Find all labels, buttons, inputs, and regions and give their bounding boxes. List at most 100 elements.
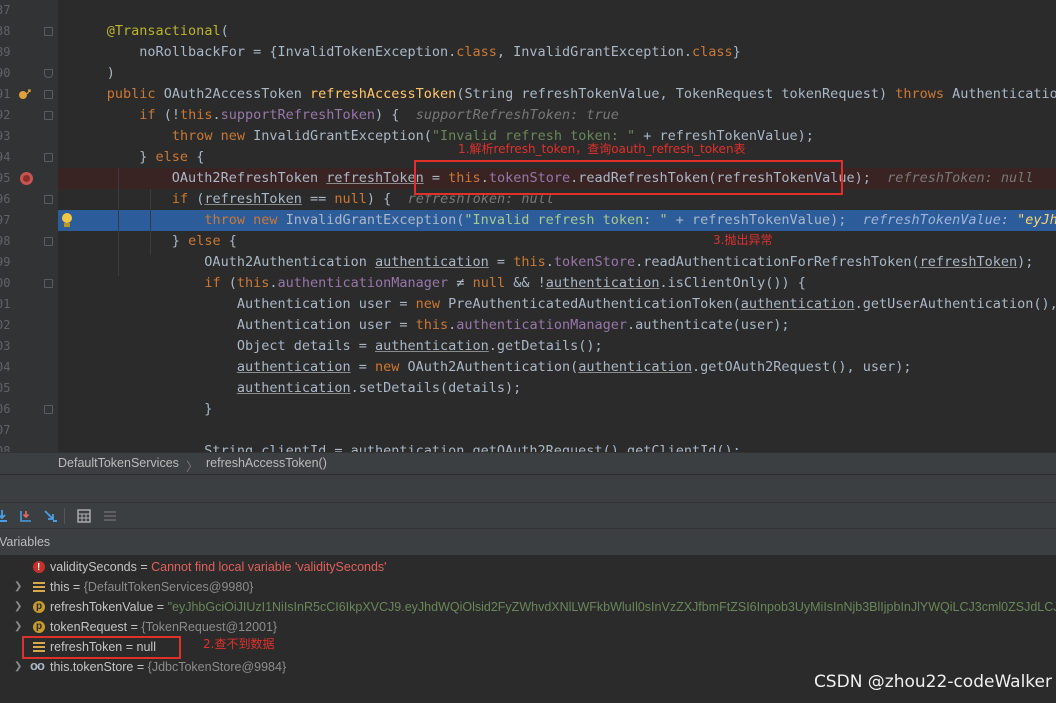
code-token: authentication <box>236 359 351 375</box>
code-line[interactable]: if (!this.supportRefreshToken) { support… <box>58 105 1056 126</box>
code-line[interactable]: public OAuth2AccessToken refreshAccessTo… <box>58 84 1056 105</box>
variable-value: {JdbcTokenStore@9984} <box>147 660 287 674</box>
gutter-line[interactable]: 07 <box>0 420 58 441</box>
variable-row[interactable]: validitySeconds = Cannot find local vari… <box>0 557 1056 578</box>
fold-marker-icon[interactable] <box>44 69 53 78</box>
gutter-line[interactable]: 04 <box>0 357 58 378</box>
code-line[interactable]: OAuth2Authentication authentication = th… <box>58 252 1056 273</box>
fold-marker-icon[interactable] <box>44 237 53 246</box>
fold-marker-icon[interactable] <box>44 195 53 204</box>
gutter-line[interactable]: 01 <box>0 294 58 315</box>
current-execution-line[interactable]: throw new InvalidGrantException("Invalid… <box>58 210 1056 231</box>
variable-name: refreshTokenValue <box>50 600 154 614</box>
line-number: 04 <box>0 360 11 374</box>
code-line[interactable] <box>58 0 1056 21</box>
gutter-line[interactable]: 94 <box>0 147 58 168</box>
variable-row[interactable]: ❯ refreshTokenValue = "eyJhbGciOiJIUzI1Ni… <box>0 597 1056 617</box>
code-token: ) <box>74 65 115 81</box>
highlight-box-read-refresh-token <box>414 160 843 195</box>
code-line[interactable]: String clientId = authentication.getOAut… <box>58 441 1056 452</box>
step-out-icon[interactable] <box>42 508 58 524</box>
code-line[interactable]: } else { <box>58 231 1056 252</box>
code-token: + refreshTokenValue); <box>667 212 863 228</box>
evaluate-expression-icon[interactable] <box>76 508 92 524</box>
gutter-line[interactable]: 89 <box>0 42 58 63</box>
code-token: .getUserAuthentication(), <box>854 296 1056 312</box>
gutter-line[interactable]: 38 <box>0 21 58 42</box>
code-line[interactable]: ) <box>58 63 1056 84</box>
variable-row[interactable]: ❯ tokenRequest = {TokenRequest@12001} <box>0 617 1056 637</box>
code-line[interactable]: } <box>58 399 1056 420</box>
fold-marker-icon[interactable] <box>44 90 53 99</box>
gutter-line[interactable]: 91 <box>0 84 58 105</box>
gutter-line[interactable]: 06 <box>0 399 58 420</box>
breadcrumb-class[interactable]: DefaultTokenServices <box>58 456 179 470</box>
intention-bulb-icon[interactable] <box>60 213 74 229</box>
code-line[interactable] <box>58 420 1056 441</box>
variable-entry: refreshTokenValue = "eyJhbGciOiJIUzI1NiI… <box>50 597 1056 617</box>
code-line[interactable]: Authentication user = this.authenticatio… <box>58 315 1056 336</box>
code-line[interactable]: if (this.authenticationManager ≠ null &&… <box>58 273 1056 294</box>
code-line[interactable]: @Transactional( <box>58 21 1056 42</box>
gutter-line[interactable]: 37 <box>0 0 58 21</box>
gutter-line[interactable]: 05 <box>0 378 58 399</box>
code-token: String clientId = authentication.getOAut… <box>74 443 741 452</box>
annotation-no-data-found: 2.查不到数据 <box>203 637 275 651</box>
code-line[interactable]: authentication = new OAuth2Authenticatio… <box>58 357 1056 378</box>
gutter-line[interactable]: 08 <box>0 441 58 452</box>
override-method-icon[interactable] <box>18 88 32 104</box>
expand-chevron-icon[interactable]: ❯ <box>14 597 22 617</box>
code-line[interactable]: Object details = authentication.getDetai… <box>58 336 1056 357</box>
code-token: InvalidGrantException( <box>253 128 432 144</box>
code-line[interactable]: noRollbackFor = {InvalidTokenException.c… <box>58 42 1056 63</box>
code-token: throw new <box>204 212 286 228</box>
gutter-line[interactable]: 99 <box>0 252 58 273</box>
gutter-line[interactable]: 98 <box>0 231 58 252</box>
code-line[interactable]: authentication.setDetails(details); <box>58 378 1056 399</box>
gutter-line[interactable]: 02 <box>0 315 58 336</box>
code-line[interactable]: Authentication user = new PreAuthenticat… <box>58 294 1056 315</box>
expand-chevron-icon[interactable]: ❯ <box>14 657 22 677</box>
code-token: class <box>456 44 497 60</box>
gutter-line[interactable]: 96 <box>0 189 58 210</box>
gutter-line[interactable]: 03 <box>0 336 58 357</box>
code-token: && ! <box>505 275 546 291</box>
code-token: refreshToken <box>204 191 302 207</box>
code-token: .getOAuth2Request(), user); <box>692 359 912 375</box>
breadcrumb-method[interactable]: refreshAccessToken() <box>206 456 327 470</box>
gutter-line[interactable]: 97 <box>0 210 58 231</box>
gutter-line[interactable]: 92 <box>0 105 58 126</box>
gutter-line[interactable]: 00 <box>0 273 58 294</box>
breakpoint-icon[interactable] <box>20 172 33 185</box>
variable-row[interactable]: ❯ this = {DefaultTokenServices@9980} <box>0 577 1056 597</box>
gutter-line[interactable]: 93 <box>0 126 58 147</box>
fold-marker-icon[interactable] <box>44 111 53 120</box>
force-step-into-icon[interactable] <box>18 508 34 524</box>
code-token: "Invalid refresh token: " <box>464 212 668 228</box>
editor-gutter[interactable]: 37 38 89 90 91 92 93 94 95 96 97 98 99 00 01 02 03 04 05 06… <box>0 0 58 452</box>
debug-tool-window-header <box>0 474 1056 502</box>
gutter-line[interactable]: 95 <box>0 168 58 189</box>
code-token: else <box>155 149 197 165</box>
line-number: 89 <box>0 45 11 59</box>
code-token: null <box>472 275 506 291</box>
code-token: null <box>334 191 367 207</box>
line-number: 02 <box>0 318 11 332</box>
fold-marker-icon[interactable] <box>44 405 53 414</box>
step-into-icon[interactable] <box>0 508 10 524</box>
variable-equals: = <box>133 660 148 674</box>
inline-debug-value: supportRefreshToken: true <box>415 107 619 123</box>
code-token: ) { <box>375 107 416 123</box>
fold-marker-icon[interactable] <box>44 27 53 36</box>
fold-marker-icon[interactable] <box>44 153 53 162</box>
expand-chevron-icon[interactable]: ❯ <box>14 617 22 637</box>
code-token: authenticationManager <box>456 317 627 333</box>
error-icon <box>33 558 45 578</box>
fold-marker-icon[interactable] <box>44 279 53 288</box>
code-editor[interactable]: 37 38 89 90 91 92 93 94 95 96 97 98 99 00 01 02 03 04 05 06… <box>0 0 1056 452</box>
gutter-line[interactable]: 90 <box>0 63 58 84</box>
trace-current-stream-icon[interactable] <box>102 508 118 524</box>
expand-chevron-icon[interactable]: ❯ <box>14 577 22 597</box>
code-token: Authentication user = <box>74 317 416 333</box>
